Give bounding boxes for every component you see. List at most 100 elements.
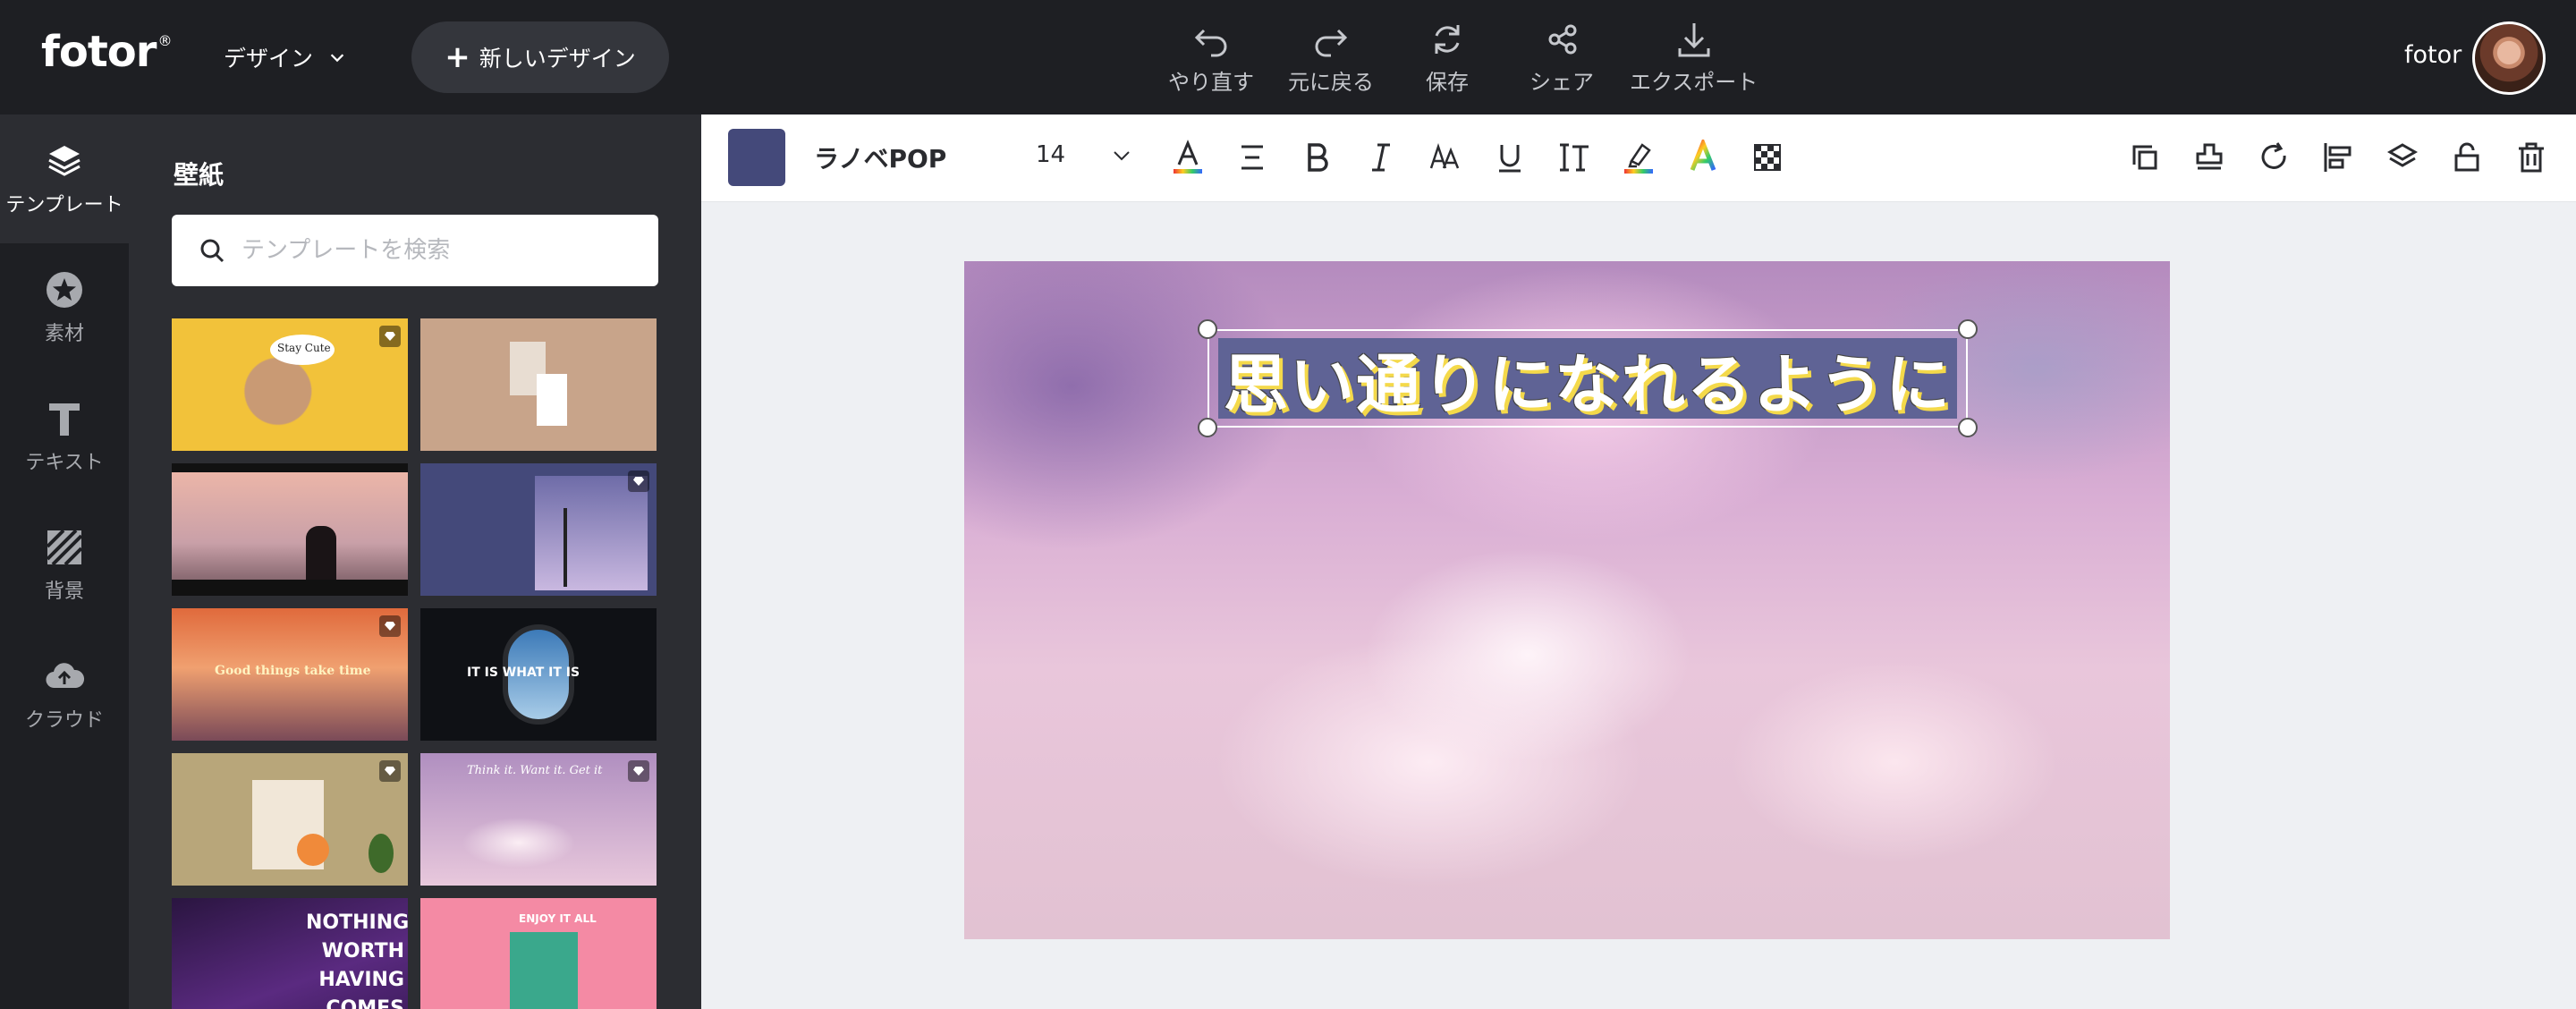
silhouette (306, 526, 336, 580)
user-name[interactable]: fotor (2404, 41, 2462, 69)
thumb-text: IT IS WHAT IT IS (467, 666, 580, 680)
layers-icon (48, 146, 80, 176)
logo-text: fotor (41, 27, 157, 77)
share-icon (1548, 24, 1577, 55)
new-design-button[interactable]: + 新しいデザイン (411, 21, 669, 93)
chevron-down-icon[interactable] (1111, 145, 1132, 166)
thumb-text: ENJOY IT ALL (519, 912, 597, 925)
lamp-post (564, 508, 567, 587)
fotor-logo[interactable]: fotor ® (41, 27, 172, 77)
template-thumb-purple-nothing-worth[interactable]: NOTHING WORTH HAVING COMES EASY (172, 898, 408, 1009)
panel-title: 壁紙 (174, 160, 225, 190)
gradient-text-button[interactable] (1682, 136, 1724, 179)
rail-label-text: テキスト (25, 452, 104, 474)
template-thumb-city-window-silhouette[interactable] (172, 463, 408, 596)
undo-icon (1194, 29, 1227, 57)
save-label: 保存 (1426, 70, 1469, 95)
resize-handle-top-right[interactable] (1958, 319, 1978, 339)
font-size-value[interactable]: 14 (1036, 141, 1065, 168)
lock-button[interactable] (2445, 136, 2488, 179)
template-thumb-airplane-window[interactable]: IT IS WHAT IT IS (420, 608, 657, 741)
export-label: エクスポート (1630, 70, 1758, 95)
highlight-button[interactable] (1617, 136, 1660, 179)
delete-button[interactable] (2510, 136, 2553, 179)
search-input[interactable] (242, 237, 635, 264)
duplicate-icon (2132, 145, 2157, 170)
flower-shape (297, 834, 329, 866)
bold-button[interactable] (1295, 136, 1338, 179)
font-family-select[interactable]: ラノベPOP (814, 140, 946, 175)
rail-item-text[interactable]: テキスト (0, 372, 129, 501)
design-menu[interactable]: デザイン (224, 38, 347, 77)
cloud-upload-icon (46, 663, 85, 689)
save-button[interactable]: 保存 (1426, 20, 1469, 97)
font-color-button[interactable] (1166, 136, 1209, 179)
text-box-background: 思い通りになれるように (1218, 338, 1957, 422)
template-thumb-stay-cute-dog[interactable]: Stay Cute (172, 318, 408, 451)
highlight-icon (1624, 143, 1653, 174)
avatar[interactable] (2472, 21, 2546, 95)
align-button[interactable] (1231, 136, 1274, 179)
redo-icon (1315, 29, 1348, 57)
text-background-color-swatch[interactable] (728, 129, 785, 186)
template-thumb-collage-beige[interactable] (172, 753, 408, 886)
line-spacing-icon (1560, 143, 1589, 172)
align-left-icon (2324, 143, 2351, 172)
rail-item-elements[interactable]: 素材 (0, 243, 129, 372)
transparency-button[interactable] (1746, 136, 1789, 179)
templates-panel: 壁紙 Stay Cute Good things take time IT IS… (129, 114, 701, 1009)
rail-item-background[interactable]: 背景 (0, 501, 129, 630)
letter-case-button[interactable] (1424, 136, 1467, 179)
premium-gem-icon (628, 471, 649, 492)
template-thumb-sunset-good-things[interactable]: Good things take time (172, 608, 408, 741)
left-rail: テンプレート 素材 テキスト 背景 クラウド (0, 114, 129, 1009)
rail-label-background: 背景 (44, 581, 84, 603)
window-frame (172, 463, 408, 472)
rotate-button[interactable] (2252, 136, 2295, 179)
new-design-label: 新しいデザイン (479, 46, 636, 72)
undo-button[interactable]: やり直す (1168, 20, 1254, 97)
align-position-button[interactable] (2317, 136, 2360, 179)
text-t-icon (49, 403, 80, 436)
layer-order-button[interactable] (2381, 136, 2424, 179)
design-canvas[interactable]: 思い通りになれるように (964, 261, 2170, 939)
share-button[interactable]: シェア (1530, 20, 1594, 97)
rail-label-cloud: クラウド (24, 709, 104, 732)
download-icon (1678, 23, 1710, 57)
sky-photo (535, 476, 648, 590)
rail-item-templates[interactable]: テンプレート (0, 114, 129, 243)
rail-label-elements: 素材 (44, 323, 84, 345)
refresh-icon (1435, 25, 1460, 54)
plus-icon: + (445, 39, 470, 75)
thumb-text: NOTHING WORTH HAVING COMES EASY (306, 911, 408, 1009)
template-search[interactable] (172, 215, 658, 286)
canvas-text[interactable]: 思い通りになれるように (1224, 332, 1952, 426)
underline-button[interactable] (1488, 136, 1531, 179)
line-spacing-button[interactable] (1553, 136, 1596, 179)
resize-handle-bottom-left[interactable] (1198, 418, 1217, 437)
italic-button[interactable] (1360, 136, 1402, 179)
italic-icon (1372, 143, 1390, 172)
transparency-icon (1754, 144, 1781, 171)
template-thumb-navy-season-greetings[interactable] (420, 463, 657, 596)
stamp-icon (2196, 143, 2223, 170)
selected-text-box[interactable]: 思い通りになれるように (1198, 319, 1978, 437)
stamp-button[interactable] (2188, 136, 2231, 179)
template-thumb-beige-photo-cards[interactable] (420, 318, 657, 451)
rail-item-cloud[interactable]: クラウド (0, 630, 129, 759)
window-frame (172, 580, 408, 596)
underline-icon (1499, 145, 1521, 173)
search-icon (200, 239, 225, 263)
duplicate-button[interactable] (2123, 136, 2166, 179)
template-thumb-pink-enjoy-it-all[interactable]: ENJOY IT ALL (420, 898, 657, 1009)
letter-case-icon (1429, 143, 1460, 169)
redo-button[interactable]: 元に戻る (1288, 20, 1374, 97)
resize-handle-top-left[interactable] (1198, 319, 1217, 339)
gradient-text-icon (1690, 140, 1716, 171)
rail-label-templates: テンプレート (5, 194, 123, 216)
font-color-icon (1174, 140, 1202, 174)
export-button[interactable]: エクスポート (1630, 20, 1758, 97)
resize-handle-bottom-right[interactable] (1958, 418, 1978, 437)
undo-label: やり直す (1168, 70, 1254, 95)
template-thumb-pink-clouds[interactable]: Think it. Want it. Get it (420, 753, 657, 886)
